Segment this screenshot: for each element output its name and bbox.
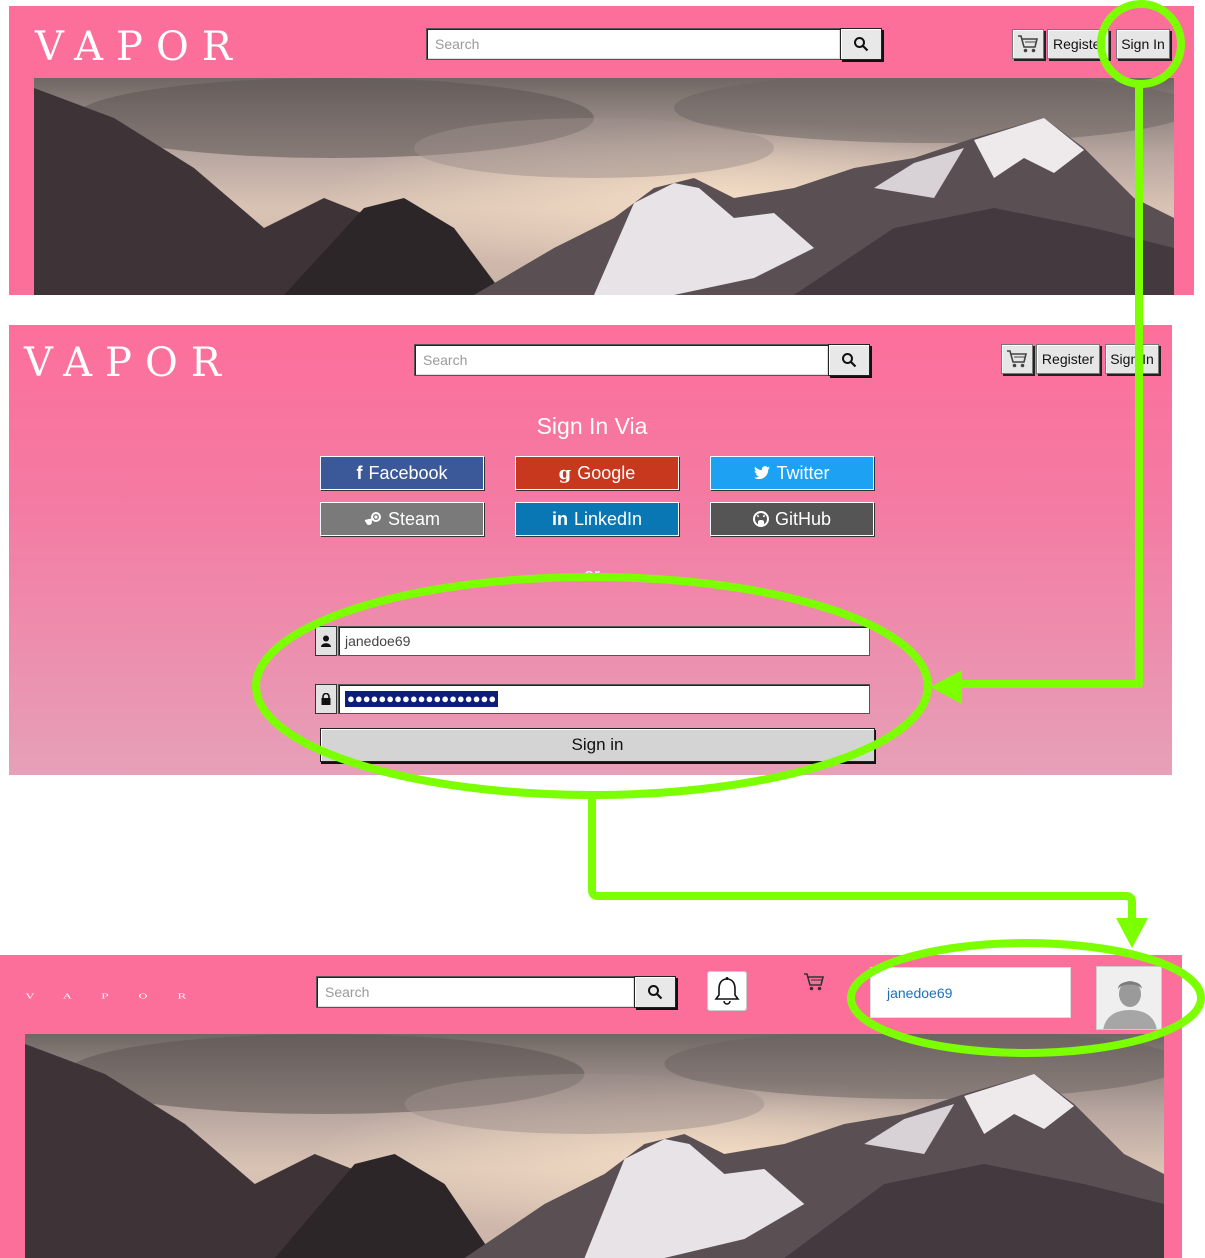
search-input[interactable] bbox=[414, 344, 828, 376]
register-button[interactable]: Register bbox=[1047, 29, 1109, 59]
flow-arrow-to-header bbox=[588, 796, 1136, 934]
google-label: Google bbox=[577, 462, 636, 483]
sign-in-panel: VAPOR Register Sign In Sign In Via f Fac… bbox=[9, 325, 1172, 775]
linkedin-login-button[interactable]: in LinkedIn bbox=[515, 502, 679, 536]
search-bar bbox=[426, 28, 882, 60]
user-avatar[interactable] bbox=[1096, 966, 1162, 1030]
search-button[interactable] bbox=[634, 976, 676, 1008]
twitter-label: Twitter bbox=[776, 462, 830, 483]
facebook-icon: f bbox=[356, 462, 363, 483]
brand-logo[interactable]: VAPOR bbox=[35, 27, 245, 67]
cart-icon bbox=[1018, 35, 1039, 53]
lock-icon bbox=[315, 684, 337, 714]
cart-button[interactable] bbox=[1012, 29, 1044, 59]
steam-icon bbox=[364, 512, 381, 525]
github-icon bbox=[752, 511, 769, 527]
cart-button[interactable] bbox=[1001, 344, 1033, 374]
brand-logo[interactable]: VAPOR bbox=[24, 343, 234, 383]
linkedin-icon: in bbox=[551, 508, 568, 529]
search-icon bbox=[854, 37, 869, 52]
arrow-head-header bbox=[1116, 918, 1148, 948]
avatar-icon bbox=[1097, 967, 1161, 1029]
username-field[interactable]: janedoe69 bbox=[338, 626, 870, 656]
sign-in-heading: Sign In Via bbox=[536, 413, 648, 439]
search-bar bbox=[316, 976, 676, 1008]
twitter-login-button[interactable]: Twitter bbox=[710, 456, 874, 490]
search-input[interactable] bbox=[316, 976, 634, 1008]
notifications-button[interactable] bbox=[707, 971, 747, 1011]
search-input[interactable] bbox=[426, 28, 840, 60]
linkedin-label: LinkedIn bbox=[573, 508, 643, 529]
search-bar bbox=[414, 344, 870, 376]
user-icon bbox=[315, 626, 337, 656]
sign-in-submit-button[interactable]: Sign in bbox=[320, 728, 875, 762]
brand-logo[interactable]: VAPOR bbox=[26, 993, 216, 1000]
or-separator: or bbox=[583, 565, 600, 577]
register-button[interactable]: Register bbox=[1036, 344, 1100, 374]
search-icon bbox=[842, 353, 857, 368]
github-login-button[interactable]: GitHub bbox=[710, 502, 874, 536]
facebook-label: Facebook bbox=[368, 462, 448, 483]
password-field[interactable]: ●●●●●●●●●●●●●●●●●●● bbox=[338, 684, 870, 714]
google-login-button[interactable]: g Google bbox=[515, 456, 679, 490]
search-button[interactable] bbox=[840, 28, 882, 60]
sign-in-button[interactable]: Sign In bbox=[1116, 29, 1170, 59]
sign-in-button[interactable]: Sign In bbox=[1105, 344, 1159, 374]
twitter-icon bbox=[754, 466, 771, 480]
search-button[interactable] bbox=[828, 344, 870, 376]
steam-login-button[interactable]: Steam bbox=[320, 502, 484, 536]
steam-label: Steam bbox=[387, 508, 441, 529]
search-icon bbox=[648, 985, 663, 1000]
username-display[interactable]: janedoe69 bbox=[870, 967, 1071, 1018]
hero-banner bbox=[25, 1034, 1164, 1258]
github-label: GitHub bbox=[774, 508, 832, 529]
header-panel-before: VAPOR Register Sign In bbox=[9, 6, 1194, 295]
header-panel-after: VAPOR janedoe69 bbox=[0, 955, 1182, 1258]
google-icon: g bbox=[558, 462, 572, 484]
cart-button[interactable] bbox=[803, 972, 827, 994]
hero-banner bbox=[34, 78, 1174, 295]
bell-icon bbox=[714, 977, 740, 1005]
cart-icon bbox=[1007, 350, 1028, 368]
password-value: ●●●●●●●●●●●●●●●●●●● bbox=[345, 691, 499, 707]
facebook-login-button[interactable]: f Facebook bbox=[320, 456, 484, 490]
cart-icon bbox=[804, 973, 825, 991]
